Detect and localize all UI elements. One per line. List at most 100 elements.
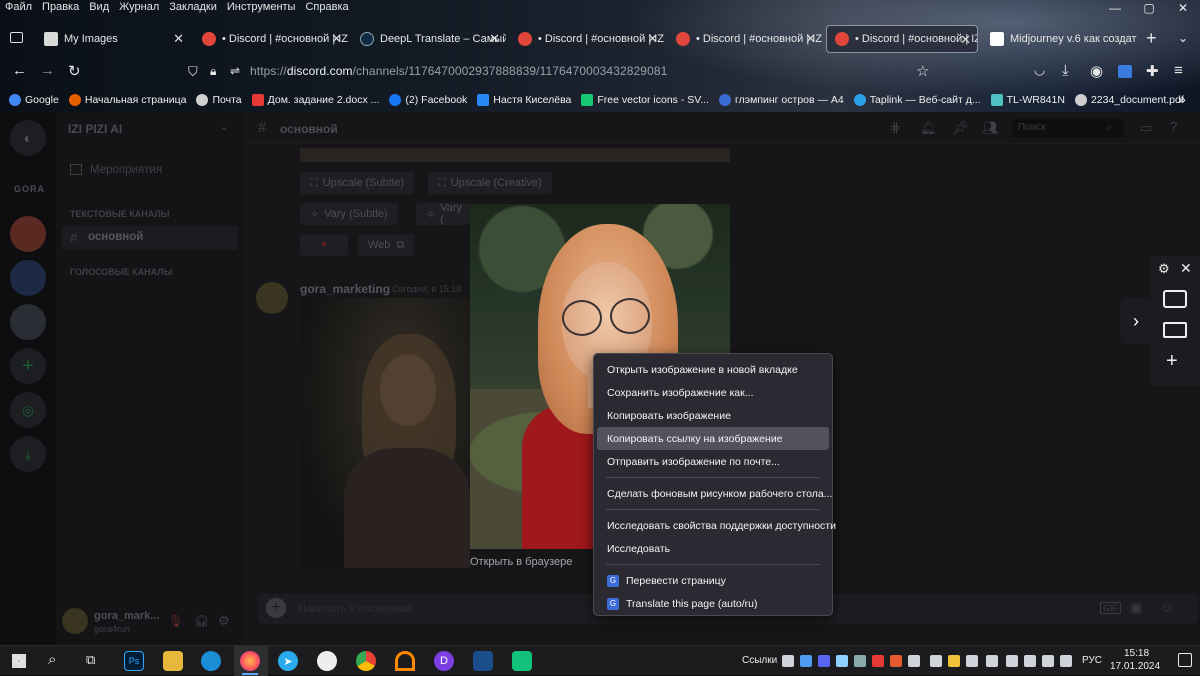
firefox-icon[interactable] xyxy=(240,651,260,671)
pen-icon[interactable] xyxy=(986,655,998,667)
settings-gear-icon[interactable]: ⚙ xyxy=(218,613,230,629)
search-icon[interactable]: ⌕ xyxy=(48,651,56,668)
menu-help[interactable]: Справка xyxy=(300,0,353,16)
tray-app-icon[interactable] xyxy=(966,655,978,667)
edge-icon[interactable] xyxy=(201,651,221,671)
close-icon[interactable]: ✕ xyxy=(1180,260,1192,277)
network-icon[interactable] xyxy=(1024,655,1036,667)
add-attachment-icon[interactable]: + xyxy=(266,598,286,618)
tray-app-icon[interactable] xyxy=(890,655,902,667)
tab-close-icon[interactable]: ✕ xyxy=(173,31,184,47)
bookmark-facebook[interactable]: (2) Facebook xyxy=(384,94,472,106)
events-item[interactable]: Мероприятия xyxy=(90,164,162,176)
d-app-icon[interactable]: D xyxy=(434,651,454,671)
tab-discord-2[interactable]: • Discord | #основной | IZI ✕ xyxy=(510,25,664,53)
bookmark-router[interactable]: TL-WR841N xyxy=(986,94,1070,106)
tab-discord-3[interactable]: • Discord | #основной | IZI ✕ xyxy=(668,25,822,53)
web-button[interactable]: Web ⧉ xyxy=(358,234,415,256)
chevron-down-icon[interactable]: ⌄ xyxy=(220,122,228,133)
account-icon[interactable]: ◉ xyxy=(1090,62,1103,80)
threads-icon[interactable]: ⋕ xyxy=(890,120,901,136)
menu-set-desktop-background[interactable]: Сделать фоновым рисунком рабочего стола.… xyxy=(597,482,832,505)
volume-icon[interactable] xyxy=(1060,655,1072,667)
tab-deepl[interactable]: DeepL Translate – Самый т ✕ xyxy=(352,25,506,53)
emoji-icon[interactable]: ☺ xyxy=(1160,599,1174,615)
video-camera-icon[interactable] xyxy=(1163,322,1187,338)
notifications-icon[interactable] xyxy=(1178,653,1192,667)
telegram-icon[interactable]: ➤ xyxy=(278,651,298,671)
author-avatar[interactable] xyxy=(256,282,288,314)
file-explorer-icon[interactable] xyxy=(163,651,183,671)
tab-my-images[interactable]: My Images ✕ xyxy=(36,25,190,53)
tray-app-icon[interactable] xyxy=(908,655,920,667)
menu-inspect[interactable]: Исследовать xyxy=(597,537,829,560)
lock-icon[interactable]: 🔒︎ xyxy=(210,64,216,79)
language-indicator[interactable]: РУС xyxy=(1082,655,1102,666)
tab-close-icon[interactable]: ✕ xyxy=(805,31,816,47)
explore-icon[interactable]: ◎ xyxy=(10,392,46,428)
download-apps-icon[interactable]: ⤓ xyxy=(10,436,46,472)
menu-view[interactable]: Вид xyxy=(84,0,114,16)
vary-strong-button[interactable]: ✧ Vary ( xyxy=(416,203,470,225)
menu-email-image[interactable]: Отправить изображение по почте... xyxy=(597,450,829,473)
menu-copy-image[interactable]: Копировать изображение xyxy=(597,404,829,427)
headphones-app-icon[interactable] xyxy=(395,651,415,671)
clock-date[interactable]: 17.01.2024 xyxy=(1110,661,1160,672)
menu-inspect-accessibility[interactable]: Исследовать свойства поддержки доступнос… xyxy=(597,514,836,537)
bookmark-taplink[interactable]: Taplink — Веб-сайт д... xyxy=(849,94,986,106)
message-author[interactable]: gora_marketing xyxy=(300,282,390,296)
discord-home-icon[interactable]: ◐ xyxy=(10,120,46,156)
members-icon[interactable]: 👥︎ xyxy=(982,120,999,136)
upscale-creative-button[interactable]: ⛶ Upscale (Creative) xyxy=(428,172,552,194)
tray-app-icon[interactable] xyxy=(782,655,794,667)
hamburger-menu-icon[interactable]: ≡ xyxy=(1174,62,1183,79)
server-avatar[interactable] xyxy=(10,216,46,252)
url-field[interactable]: https://discord.com/channels/11764700029… xyxy=(250,64,667,78)
back-icon[interactable]: ← xyxy=(12,62,27,79)
vary-subtle-button[interactable]: ✧ Vary (Subtle) xyxy=(300,203,398,225)
add-icon[interactable]: + xyxy=(1166,350,1178,373)
reload-icon[interactable]: ↻ xyxy=(68,62,81,80)
channel-item-osnovnoy[interactable]: # основной xyxy=(62,226,238,250)
menu-file[interactable]: Файл xyxy=(0,0,37,16)
menu-translate-auto[interactable]: G Translate this page (auto/ru) xyxy=(597,592,829,615)
clock-time[interactable]: 15:18 xyxy=(1124,648,1149,659)
tray-app-icon[interactable] xyxy=(948,655,960,667)
downloads-icon[interactable]: ⤓ xyxy=(1062,62,1069,79)
tray-app-icon[interactable] xyxy=(1006,655,1018,667)
menu-history[interactable]: Журнал xyxy=(114,0,164,16)
task-view-icon[interactable]: ⧉ xyxy=(86,652,95,668)
inbox-icon[interactable]: ▭ xyxy=(1140,120,1152,136)
server-name[interactable]: IZI PIZI AI xyxy=(68,122,122,136)
menu-edit[interactable]: Правка xyxy=(37,0,84,16)
menu-copy-image-link[interactable]: Копировать ссылку на изображение xyxy=(597,427,829,450)
server-blue-icon[interactable] xyxy=(10,260,46,296)
whatsapp-icon[interactable] xyxy=(317,651,337,671)
tab-overview-icon[interactable] xyxy=(10,32,23,43)
links-toolbar[interactable]: Ссылки xyxy=(742,655,777,666)
bookmark-mail[interactable]: Почта xyxy=(191,94,246,106)
camera-icon[interactable] xyxy=(1163,290,1187,308)
add-server-icon[interactable]: + xyxy=(10,348,46,384)
chevron-down-icon[interactable]: ⌄ xyxy=(1178,31,1188,45)
tab-close-icon[interactable]: ✕ xyxy=(960,32,971,48)
attached-image-dimmed[interactable] xyxy=(300,298,470,568)
menu-translate-page[interactable]: G Перевести страницу xyxy=(597,569,829,592)
tray-app-icon[interactable] xyxy=(872,655,884,667)
sticker-icon[interactable]: ▣ xyxy=(1130,600,1142,616)
chrome-icon[interactable] xyxy=(356,651,376,671)
bookmark-glamping[interactable]: глэмпинг остров — А4 xyxy=(714,94,849,106)
bookmark-freepik[interactable]: Free vector icons - SV... xyxy=(576,94,714,106)
bookmark-vk[interactable]: Настя Киселёва xyxy=(472,94,576,106)
user-avatar[interactable] xyxy=(62,608,88,634)
server-gora-label[interactable]: GORA xyxy=(14,184,45,194)
text-channels-header[interactable]: ТЕКСТОВЫЕ КАНАЛЫ xyxy=(70,209,169,219)
panel-expand-tab[interactable]: › xyxy=(1120,298,1152,344)
tray-app-icon[interactable] xyxy=(1042,655,1054,667)
voice-channels-header[interactable]: ГОЛОСОВЫЕ КАНАЛЫ xyxy=(70,267,172,277)
photoshop-icon[interactable]: Ps xyxy=(124,651,144,671)
server-ship-icon[interactable] xyxy=(10,304,46,340)
tab-discord-1[interactable]: • Discord | #основной | IZI ✕ xyxy=(194,25,348,53)
help-icon[interactable]: ? xyxy=(1170,119,1177,134)
windows-start-icon[interactable] xyxy=(12,654,26,668)
